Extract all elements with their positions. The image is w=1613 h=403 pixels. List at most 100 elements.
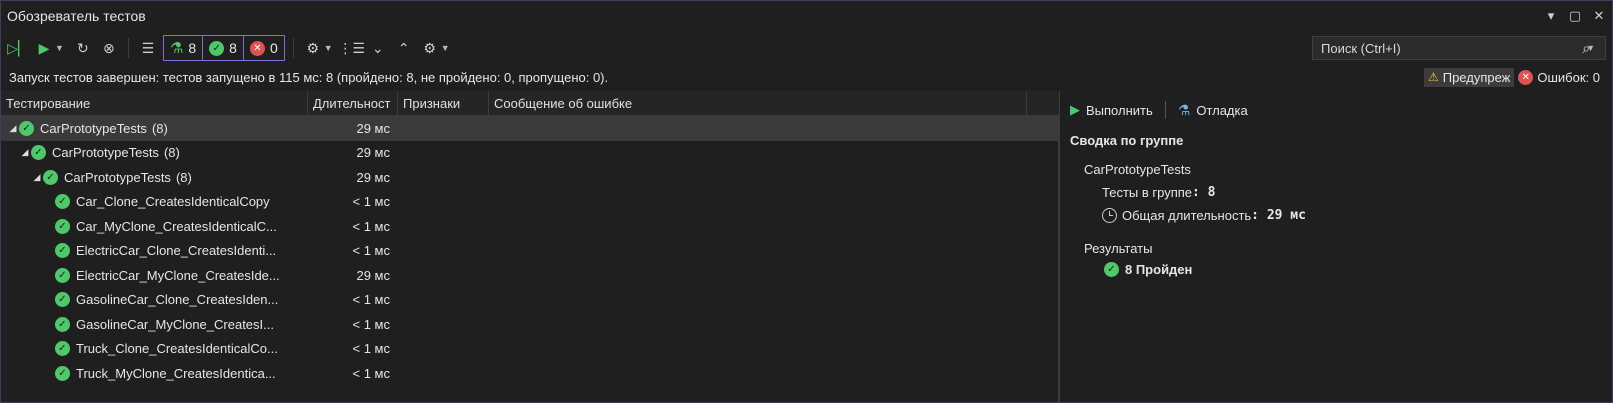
test-name-cell: ✓ GasolineCar_Clone_CreatesIden... [1, 292, 308, 308]
gear-icon[interactable]: ⚙ [419, 37, 441, 59]
failed-icon: ✕ [249, 40, 265, 56]
dropdown-icon[interactable]: ▾ [1544, 8, 1558, 24]
passed-icon: ✓ [55, 267, 70, 283]
settings-dropdown-icon[interactable]: ▼ [324, 43, 333, 53]
run-dropdown-icon[interactable]: ▼ [55, 43, 64, 53]
details-panel: ▶ Выполнить ⚗ Отладка Сводка по группе C… [1060, 91, 1612, 402]
run-icon[interactable]: ▶ [33, 37, 55, 59]
test-name: CarPrototypeTests [52, 145, 159, 161]
test-duration: < 1 мс [352, 292, 390, 308]
duration-value: : 29 мс [1251, 208, 1306, 223]
test-name: CarPrototypeTests [40, 120, 147, 136]
passed-tests-filter[interactable]: ✓ 8 [203, 36, 244, 60]
run-button[interactable]: ▶ Выполнить [1070, 102, 1153, 118]
search-input[interactable] [1319, 39, 1583, 57]
tests-in-group-label: Тесты в группе [1102, 185, 1193, 200]
test-tree-row[interactable]: ✓ Truck_MyClone_CreatesIdentica... < 1 мс [1, 361, 1059, 386]
test-name-cell: ✓ Car_Clone_CreatesIdenticalCopy [1, 194, 308, 210]
passed-icon: ✓ [209, 40, 225, 56]
test-name-cell: ✓ Truck_MyClone_CreatesIdentica... [1, 365, 308, 381]
test-name: GasolineCar_Clone_CreatesIden... [76, 292, 279, 308]
test-name-cell: ✓ ElectricCar_MyClone_CreatesIde... [1, 267, 308, 283]
run-all-icon[interactable]: ▷▏ [7, 37, 29, 59]
clock-icon [1102, 208, 1117, 223]
passed-icon: ✓ [55, 292, 70, 308]
group-by-icon[interactable]: ⋮☰ [338, 37, 365, 59]
test-name: ElectricCar_MyClone_CreatesIde... [76, 267, 280, 283]
close-icon[interactable]: ✕ [1592, 8, 1606, 24]
details-toolbar: ▶ Выполнить ⚗ Отладка [1070, 97, 1602, 123]
duration-label: Общая длительность [1122, 208, 1252, 223]
test-name: Truck_MyClone_CreatesIdentica... [76, 365, 276, 381]
test-duration: < 1 мс [352, 365, 390, 381]
window-title: Обозреватель тестов [7, 8, 146, 24]
maximize-icon[interactable]: ▢ [1568, 8, 1582, 24]
total-count: 8 [188, 40, 197, 56]
passed-icon: ✓ [55, 194, 70, 210]
settings-file-icon[interactable]: ⚙ [302, 37, 324, 59]
errors-filter[interactable]: ✕ Ошибок: 0 [1514, 68, 1604, 87]
test-tree-row[interactable]: ✓ ElectricCar_MyClone_CreatesIde... 29 мс [1, 263, 1059, 288]
test-tree-row[interactable]: ✓ Truck_Clone_CreatesIdenticalCo... < 1 мс [1, 337, 1059, 362]
column-header-error[interactable]: Сообщение об ошибке [489, 91, 1027, 115]
total-duration: Общая длительность : 29 мс [1102, 208, 1602, 223]
status-row: Запуск тестов завершен: тестов запущено … [1, 65, 1612, 89]
expand-all-icon[interactable]: ⌄ [367, 37, 389, 59]
total-tests-filter[interactable]: ⚗ 8 [164, 36, 204, 60]
error-icon: ✕ [1518, 69, 1534, 85]
test-name: ElectricCar_Clone_CreatesIdenti... [76, 243, 277, 259]
test-name: CarPrototypeTests [64, 169, 171, 185]
test-duration: 29 мс [356, 120, 390, 136]
search-box: ⌕ ▼ [1312, 36, 1606, 60]
failed-tests-filter[interactable]: ✕ 0 [244, 36, 284, 60]
column-header-traits[interactable]: Признаки [398, 91, 489, 115]
cancel-run-icon[interactable]: ⊗ [98, 37, 120, 59]
expand-arrow-icon[interactable]: ◢ [31, 172, 43, 183]
options-dropdown-icon[interactable]: ▼ [441, 43, 450, 53]
test-name-cell: ✓ Truck_Clone_CreatesIdenticalCo... [1, 341, 308, 357]
test-tree-row[interactable]: ✓ Car_Clone_CreatesIdenticalCopy < 1 мс [1, 190, 1059, 215]
group-name: CarPrototypeTests [1084, 162, 1191, 177]
flask-icon: ⚗ [169, 40, 184, 57]
playlist-icon[interactable]: ☰ [137, 37, 159, 59]
column-header-duration[interactable]: Длительност [308, 91, 398, 115]
collapse-all-icon[interactable]: ⌃ [393, 37, 415, 59]
rerun-icon[interactable]: ↻ [72, 37, 94, 59]
expand-arrow-icon[interactable]: ◢ [7, 123, 19, 134]
search-dropdown-icon[interactable]: ▼ [1586, 43, 1595, 53]
debug-label: Отладка [1196, 102, 1248, 118]
passed-icon: ✓ [55, 341, 70, 357]
test-name-cell: ✓ GasolineCar_MyClone_CreatesI... [1, 316, 308, 332]
toolbar: ▷▏ ▶ ▼ ↻ ⊗ ☰ ⚗ 8 ✓ 8 ✕ 0 ⚙ ▼ ⋮☰ ⌄ ⌃ ⚙ ▼ … [1, 31, 1612, 65]
column-header: Тестирование Длительност Признаки Сообще… [1, 91, 1059, 116]
test-tree-row[interactable]: ◢ ✓ CarPrototypeTests (8) 29 мс [1, 165, 1059, 190]
test-duration: < 1 мс [352, 341, 390, 357]
warnings-label: Предупреж [1442, 69, 1511, 85]
test-tree-row[interactable]: ✓ ElectricCar_Clone_CreatesIdenti... < 1 м… [1, 239, 1059, 264]
window-buttons: ▾ ▢ ✕ [1544, 8, 1606, 24]
test-tree-row[interactable]: ◢ ✓ CarPrototypeTests (8) 29 мс [1, 116, 1059, 141]
test-name-cell: ✓ Car_MyClone_CreatesIdenticalC... [1, 218, 308, 234]
passed-icon: ✓ [19, 120, 34, 136]
test-count: (8) [163, 145, 180, 161]
test-tree-row[interactable]: ◢ ✓ CarPrototypeTests (8) 29 мс [1, 141, 1059, 166]
test-tree-row[interactable]: ✓ GasolineCar_MyClone_CreatesI... < 1 мс [1, 312, 1059, 337]
passed-icon: ✓ [43, 169, 58, 185]
test-name: Car_Clone_CreatesIdenticalCopy [76, 194, 270, 210]
test-tree-row[interactable]: ✓ GasolineCar_Clone_CreatesIden... < 1 мс [1, 288, 1059, 313]
tests-in-group-value: : 8 [1192, 185, 1216, 200]
failed-count: 0 [269, 40, 278, 56]
passed-icon: ✓ [55, 365, 70, 381]
test-duration: 29 мс [356, 145, 390, 161]
test-name-cell: ✓ ElectricCar_Clone_CreatesIdenti... [1, 243, 308, 259]
column-header-test[interactable]: Тестирование [1, 91, 308, 115]
test-tree-row[interactable]: ✓ Car_MyClone_CreatesIdenticalC... < 1 мс [1, 214, 1059, 239]
results-passed-label: 8 Пройден [1125, 262, 1193, 277]
passed-icon: ✓ [55, 316, 70, 332]
expand-arrow-icon[interactable]: ◢ [19, 147, 31, 158]
warnings-filter[interactable]: ⚠ Предупреж [1423, 67, 1515, 87]
run-label: Выполнить [1086, 102, 1153, 118]
debug-button[interactable]: ⚗ Отладка [1178, 102, 1248, 119]
test-name-cell: ◢ ✓ CarPrototypeTests (8) [1, 145, 308, 161]
passed-icon: ✓ [55, 243, 70, 259]
